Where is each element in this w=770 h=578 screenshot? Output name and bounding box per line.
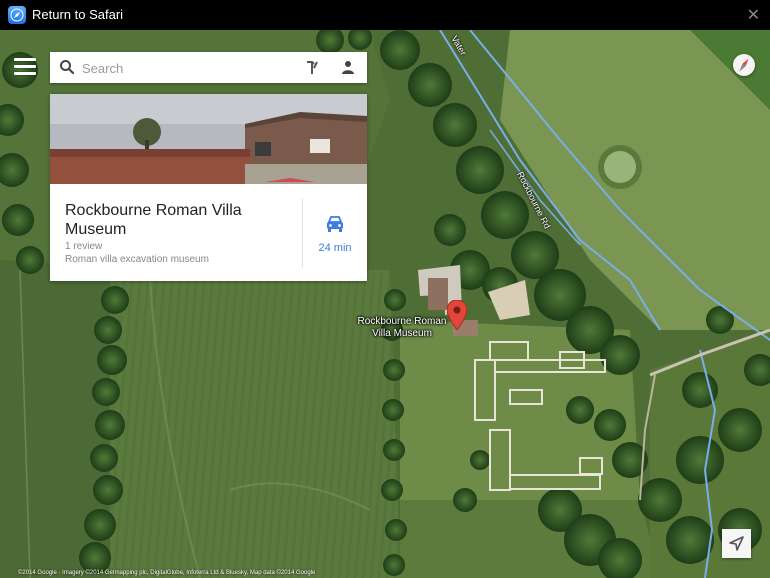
status-bar: Return to Safari ✕ (0, 0, 770, 30)
person-icon[interactable] (340, 59, 356, 75)
poi-label-line2: Villa Museum (372, 328, 432, 339)
compass-icon[interactable] (733, 54, 755, 76)
place-card[interactable]: Rockbourne Roman Villa Museum 1 review R… (50, 94, 367, 281)
my-location-button[interactable] (722, 529, 751, 558)
place-photo[interactable] (50, 94, 367, 184)
safari-compass-icon[interactable] (8, 6, 26, 24)
car-icon (327, 216, 343, 232)
return-to-safari-link[interactable]: Return to Safari (32, 7, 123, 22)
search-icon (60, 60, 75, 75)
poi-label[interactable]: Rockbourne Roman Villa Museum (352, 316, 452, 340)
search-bar (50, 52, 367, 85)
my-location-arrow-icon (729, 536, 744, 551)
close-icon[interactable]: ✕ (747, 5, 760, 25)
drive-time: 24 min (318, 242, 352, 254)
place-description: Roman villa excavation museum (65, 254, 209, 265)
hamburger-menu-icon[interactable] (14, 56, 36, 76)
review-count[interactable]: 1 review (65, 241, 102, 252)
place-name[interactable]: Rockbourne Roman Villa Museum (65, 201, 285, 239)
search-input[interactable] (80, 52, 299, 85)
map-attribution: ©2014 Google · Imagery ©2014 Getmapping … (18, 570, 316, 576)
poi-label-line1: Rockbourne Roman (357, 316, 447, 327)
drive-directions-button[interactable]: 24 min (303, 198, 367, 268)
directions-icon[interactable] (304, 60, 320, 76)
